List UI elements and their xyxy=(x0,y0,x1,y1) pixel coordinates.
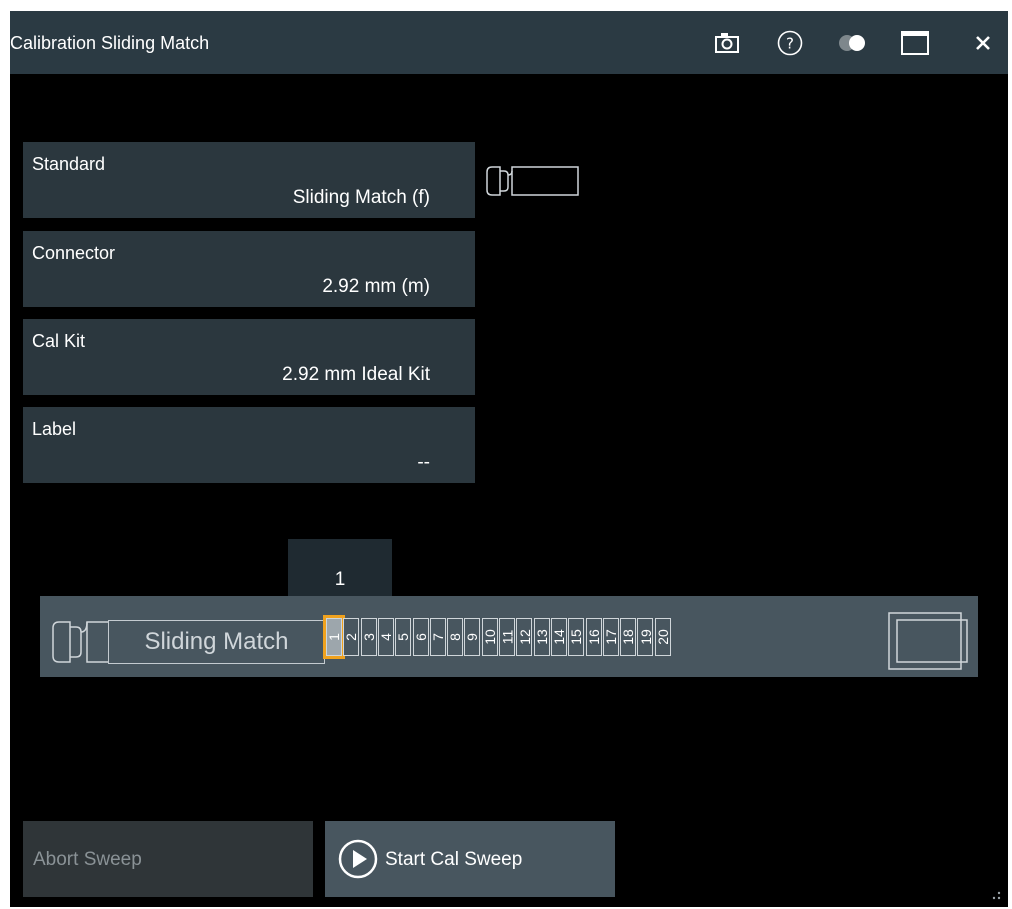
position-slot-2[interactable]: 2 xyxy=(343,618,360,656)
sliding-match-connector-icon xyxy=(52,621,108,663)
start-cal-sweep-label: Start Cal Sweep xyxy=(385,849,523,870)
standard-value: Sliding Match (f) xyxy=(292,187,430,208)
position-slot-14[interactable]: 14 xyxy=(550,618,567,656)
position-slot-7[interactable]: 7 xyxy=(430,618,446,656)
position-slot-label: 1 xyxy=(325,633,342,641)
connector-value: 2.92 mm (m) xyxy=(322,276,430,297)
position-slot-label: 14 xyxy=(550,629,567,645)
position-slot-label: 19 xyxy=(637,629,654,645)
position-slot-20[interactable]: 20 xyxy=(654,618,671,656)
position-slot-10[interactable]: 10 xyxy=(481,618,498,656)
position-slot-label: 13 xyxy=(533,629,550,645)
position-slot-8[interactable]: 8 xyxy=(447,618,464,656)
camera-icon[interactable] xyxy=(711,27,743,59)
position-slot-19[interactable]: 19 xyxy=(637,618,653,656)
close-icon[interactable] xyxy=(967,27,999,59)
position-slot-label: 2 xyxy=(343,633,360,641)
position-slot-11[interactable]: 11 xyxy=(499,618,515,656)
maximize-icon[interactable] xyxy=(899,27,931,59)
position-slot-17[interactable]: 17 xyxy=(602,618,619,656)
calibration-window: Calibration Sliding Match ? Standard Sli… xyxy=(10,11,1008,907)
position-slot-label: 3 xyxy=(360,633,377,641)
position-slot-label: 8 xyxy=(447,633,464,641)
position-slot-label: 5 xyxy=(395,633,412,641)
position-slot-1[interactable]: 1 xyxy=(323,615,345,659)
svg-text:?: ? xyxy=(786,35,794,53)
standard-label: Standard xyxy=(32,154,106,174)
position-slot-label: 6 xyxy=(412,633,429,641)
position-slot-label: 12 xyxy=(516,629,533,645)
position-slot-13[interactable]: 13 xyxy=(533,618,550,656)
cal-kit-label: Cal Kit xyxy=(32,331,86,351)
position-slot-4[interactable]: 4 xyxy=(378,618,394,656)
position-slot-3[interactable]: 3 xyxy=(361,618,377,656)
position-slot-label: 4 xyxy=(377,633,394,641)
connector-female-icon xyxy=(486,166,579,196)
abort-sweep-label: Abort Sweep xyxy=(33,849,142,870)
cal-kit-value: 2.92 mm Ideal Kit xyxy=(282,364,430,385)
window-title: Calibration Sliding Match xyxy=(10,33,210,53)
abort-sweep-button[interactable]: Abort Sweep xyxy=(23,821,313,897)
connector-label: Connector xyxy=(32,243,116,263)
position-slot-label: 20 xyxy=(654,629,671,645)
play-icon xyxy=(338,839,378,879)
position-slot-label: 15 xyxy=(568,629,585,645)
connector-field[interactable]: Connector 2.92 mm (m) xyxy=(23,231,475,307)
theme-toggle-icon[interactable] xyxy=(836,27,868,59)
position-slot-label: 10 xyxy=(481,629,498,645)
position-slot-label: 11 xyxy=(499,629,516,645)
sliding-match-end-icon xyxy=(888,612,968,670)
position-slot-12[interactable]: 12 xyxy=(516,618,532,656)
position-slot-label: 7 xyxy=(429,633,446,641)
standard-field[interactable]: Standard Sliding Match (f) xyxy=(23,142,475,218)
start-cal-sweep-button[interactable]: Start Cal Sweep xyxy=(325,821,615,897)
title-bar: Calibration Sliding Match ? xyxy=(10,11,1008,74)
label-value: -- xyxy=(417,452,430,473)
resize-grip-icon[interactable] xyxy=(988,887,1002,901)
position-slot-6[interactable]: 6 xyxy=(412,618,429,656)
sliding-match-label: Sliding Match xyxy=(108,620,325,664)
sliding-match-rail: Sliding Match 1 2 3 4 5 6 7 8 9 10 11 12 13 14 15 16 17 1… xyxy=(40,596,978,677)
position-slot-label: 17 xyxy=(602,629,619,645)
cal-kit-field[interactable]: Cal Kit 2.92 mm Ideal Kit xyxy=(23,319,475,395)
help-icon[interactable]: ? xyxy=(774,27,806,59)
position-slot-9[interactable]: 9 xyxy=(464,618,481,656)
position-slot-5[interactable]: 5 xyxy=(395,618,412,656)
position-slot-label: 16 xyxy=(585,629,602,645)
position-slot-16[interactable]: 16 xyxy=(585,618,602,656)
position-slot-18[interactable]: 18 xyxy=(620,618,636,656)
position-slot-label: 9 xyxy=(464,633,481,641)
position-indicator: 1 xyxy=(288,539,392,599)
position-slot-15[interactable]: 15 xyxy=(568,618,584,656)
position-value: 1 xyxy=(334,569,346,590)
position-slot-label: 18 xyxy=(620,629,637,645)
label-label: Label xyxy=(32,419,77,439)
label-field[interactable]: Label -- xyxy=(23,407,475,483)
